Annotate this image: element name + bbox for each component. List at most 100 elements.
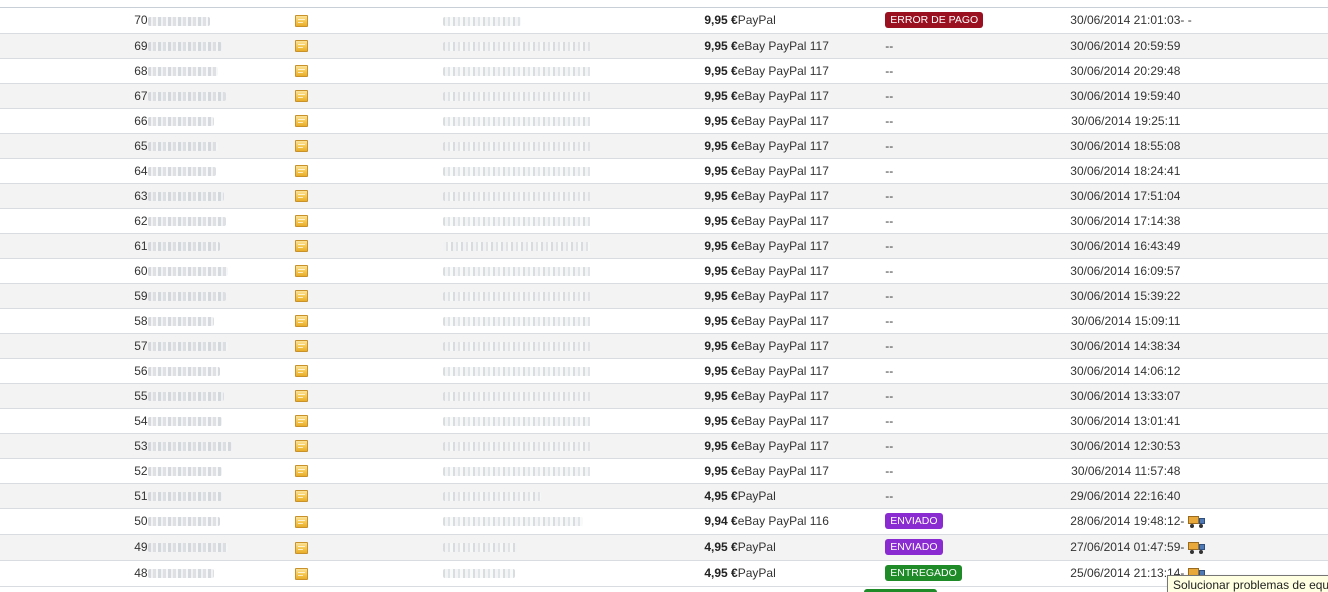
note-icon[interactable]	[295, 140, 309, 153]
order-status: --	[885, 108, 1033, 134]
row-actions[interactable]	[1180, 133, 1328, 159]
note-cell[interactable]	[295, 408, 443, 434]
note-cell[interactable]	[295, 158, 443, 184]
note-icon[interactable]	[295, 390, 309, 403]
row-actions[interactable]	[1180, 458, 1328, 484]
note-cell[interactable]	[295, 383, 443, 409]
note-cell[interactable]	[295, 458, 443, 484]
table-row[interactable]: 65 9,95 € eBay PayPal 117 -- 30/06/2014 18:5…	[0, 133, 1328, 159]
row-actions[interactable]	[1180, 358, 1328, 384]
row-actions[interactable]	[1180, 58, 1328, 84]
product-name-redacted	[442, 16, 521, 26]
table-row[interactable]: 58 9,95 € eBay PayPal 117 -- 30/06/2014 15:0…	[0, 308, 1328, 334]
table-row[interactable]: 51 4,95 € PayPal -- 29/06/2014 22:16:40	[0, 483, 1328, 509]
row-actions[interactable]	[1180, 433, 1328, 459]
table-row[interactable]: 54 9,95 € eBay PayPal 117 -- 30/06/2014 13:0…	[0, 408, 1328, 434]
status-text: --	[885, 388, 894, 403]
note-cell[interactable]	[295, 83, 443, 109]
note-cell[interactable]	[295, 183, 443, 209]
note-cell[interactable]	[295, 33, 443, 59]
order-price: 9,95 €	[590, 158, 738, 184]
note-cell[interactable]	[295, 358, 443, 384]
row-actions[interactable]	[1180, 83, 1328, 109]
row-actions[interactable]: -	[1180, 508, 1328, 535]
row-actions[interactable]	[1180, 158, 1328, 184]
note-icon[interactable]	[295, 440, 309, 453]
status-text: --	[885, 113, 894, 128]
note-cell[interactable]	[295, 208, 443, 234]
note-cell[interactable]	[295, 508, 443, 535]
table-row[interactable]: 68 9,95 € eBay PayPal 117 -- 30/06/2014 20:2…	[0, 58, 1328, 84]
row-actions[interactable]: - -	[1180, 8, 1328, 34]
note-icon[interactable]	[295, 165, 309, 178]
table-row[interactable]: 70 9,95 € PayPal ERROR DE PAGO 30/06/2014 21…	[0, 8, 1328, 34]
table-row[interactable]: 49 4,95 € PayPal ENVIADO 27/06/2014 01:47:59…	[0, 534, 1328, 561]
table-row[interactable]: 52 9,95 € eBay PayPal 117 -- 30/06/2014 11:5…	[0, 458, 1328, 484]
row-actions[interactable]	[1180, 208, 1328, 234]
note-cell[interactable]	[295, 8, 443, 34]
note-icon[interactable]	[295, 515, 309, 528]
table-row[interactable]: 60 9,95 € eBay PayPal 117 -- 30/06/2014 16:0…	[0, 258, 1328, 284]
note-cell[interactable]	[295, 534, 443, 561]
row-actions[interactable]	[1180, 183, 1328, 209]
table-row[interactable]: 50 9,94 € eBay PayPal 116 ENVIADO 28/06/2014…	[0, 508, 1328, 535]
note-icon[interactable]	[295, 415, 309, 428]
note-icon[interactable]	[295, 115, 309, 128]
note-icon[interactable]	[295, 490, 309, 503]
row-actions[interactable]	[1180, 258, 1328, 284]
row-actions[interactable]	[1180, 33, 1328, 59]
note-icon[interactable]	[295, 265, 309, 278]
table-row[interactable]: 55 9,95 € eBay PayPal 117 -- 30/06/2014 13:3…	[0, 383, 1328, 409]
note-icon[interactable]	[295, 541, 309, 554]
note-cell[interactable]	[295, 483, 443, 509]
note-cell[interactable]	[295, 333, 443, 359]
note-cell[interactable]	[295, 258, 443, 284]
row-actions[interactable]	[1180, 333, 1328, 359]
note-cell[interactable]	[295, 560, 443, 587]
note-icon[interactable]	[295, 190, 309, 203]
table-row[interactable]: 61 9,95 € eBay PayPal 117 -- 30/06/2014 16:4…	[0, 233, 1328, 259]
note-cell[interactable]	[295, 233, 443, 259]
note-icon[interactable]	[295, 365, 309, 378]
note-icon[interactable]	[295, 567, 309, 580]
table-row[interactable]: 56 9,95 € eBay PayPal 117 -- 30/06/2014 14:0…	[0, 358, 1328, 384]
table-row[interactable]: 53 9,95 € eBay PayPal 117 -- 30/06/2014 12:3…	[0, 433, 1328, 459]
row-actions[interactable]	[1180, 108, 1328, 134]
row-actions[interactable]	[1180, 483, 1328, 509]
note-cell[interactable]	[295, 433, 443, 459]
note-icon[interactable]	[295, 15, 309, 28]
truck-icon[interactable]	[1188, 542, 1206, 555]
table-row[interactable]: 59 9,95 € eBay PayPal 117 -- 30/06/2014 15:3…	[0, 283, 1328, 309]
note-icon[interactable]	[295, 65, 309, 78]
table-row[interactable]: 57 9,95 € eBay PayPal 117 -- 30/06/2014 14:3…	[0, 333, 1328, 359]
note-cell[interactable]	[295, 308, 443, 334]
note-icon[interactable]	[295, 315, 309, 328]
table-row[interactable]: 63 9,95 € eBay PayPal 117 -- 30/06/2014 17:5…	[0, 183, 1328, 209]
table-row[interactable]: 48 4,95 € PayPal ENTREGADO 25/06/2014 21:13:…	[0, 560, 1328, 587]
note-cell[interactable]	[295, 58, 443, 84]
note-cell[interactable]	[295, 133, 443, 159]
row-actions[interactable]	[1180, 308, 1328, 334]
table-row[interactable]: 66 9,95 € eBay PayPal 117 -- 30/06/2014 19:2…	[0, 108, 1328, 134]
orders-table: 70 9,95 € PayPal ERROR DE PAGO 30/06/2014 21…	[0, 8, 1328, 587]
note-cell[interactable]	[295, 283, 443, 309]
table-row[interactable]: 62 9,95 € eBay PayPal 117 -- 30/06/2014 17:1…	[0, 208, 1328, 234]
note-icon[interactable]	[295, 40, 309, 53]
note-icon[interactable]	[295, 215, 309, 228]
note-icon[interactable]	[295, 90, 309, 103]
row-actions[interactable]	[1180, 233, 1328, 259]
truck-icon[interactable]	[1188, 516, 1206, 529]
note-icon[interactable]	[295, 290, 309, 303]
row-actions[interactable]: -	[1180, 534, 1328, 561]
note-icon[interactable]	[295, 465, 309, 478]
note-icon[interactable]	[295, 240, 309, 253]
note-icon[interactable]	[295, 340, 309, 353]
note-cell[interactable]	[295, 108, 443, 134]
row-actions[interactable]	[1180, 383, 1328, 409]
table-row[interactable]: 67 9,95 € eBay PayPal 117 -- 30/06/2014 19:5…	[0, 83, 1328, 109]
table-row[interactable]: 64 9,95 € eBay PayPal 117 -- 30/06/2014 18:2…	[0, 158, 1328, 184]
table-row[interactable]: 69 9,95 € eBay PayPal 117 -- 30/06/2014 20:5…	[0, 33, 1328, 59]
row-actions[interactable]	[1180, 283, 1328, 309]
customer-name-redacted	[147, 166, 216, 176]
row-actions[interactable]	[1180, 408, 1328, 434]
